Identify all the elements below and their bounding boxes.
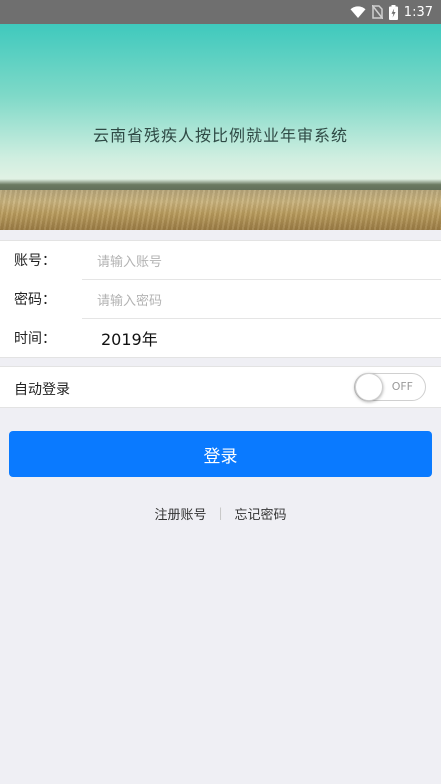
forgot-password-link[interactable]: 忘记密码 [235,504,287,523]
bottom-links: 注册账号 | 忘记密码 [0,503,441,523]
login-button[interactable]: 登录 [9,431,432,477]
register-link[interactable]: 注册账号 [154,504,206,523]
time-row[interactable]: 时间： 2019年 [0,319,441,357]
no-sim-icon [371,5,383,19]
app-title: 云南省残疾人按比例就业年审系统 [92,126,348,145]
auto-login-label: 自动登录 [14,382,70,398]
banner-field [0,190,441,230]
password-label: 密码： [14,292,56,308]
auto-login-toggle[interactable]: OFF [354,373,426,401]
password-input[interactable]: 请输入密码 [97,290,162,309]
password-row[interactable]: 密码： 请输入密码 [0,280,441,318]
account-row[interactable]: 账号： 请输入账号 [0,241,441,279]
year-selector[interactable]: 2019年 [101,326,158,350]
auto-login-row: 自动登录 OFF [0,366,441,408]
account-input[interactable]: 请输入账号 [97,251,162,270]
time-label: 时间： [14,331,56,347]
header-banner: 云南省残疾人按比例就业年审系统 [0,24,441,230]
status-time: 1:37 [403,4,433,20]
login-form: 账号： 请输入账号 密码： 请输入密码 时间： 2019年 [0,240,441,358]
battery-charging-icon [388,4,398,20]
toggle-off-text: OFF [391,380,413,393]
status-bar: 1:37 [0,0,441,24]
wifi-icon [350,5,366,19]
toggle-knob[interactable] [355,373,383,401]
link-divider: | [218,506,223,520]
account-label: 账号： [14,253,56,269]
